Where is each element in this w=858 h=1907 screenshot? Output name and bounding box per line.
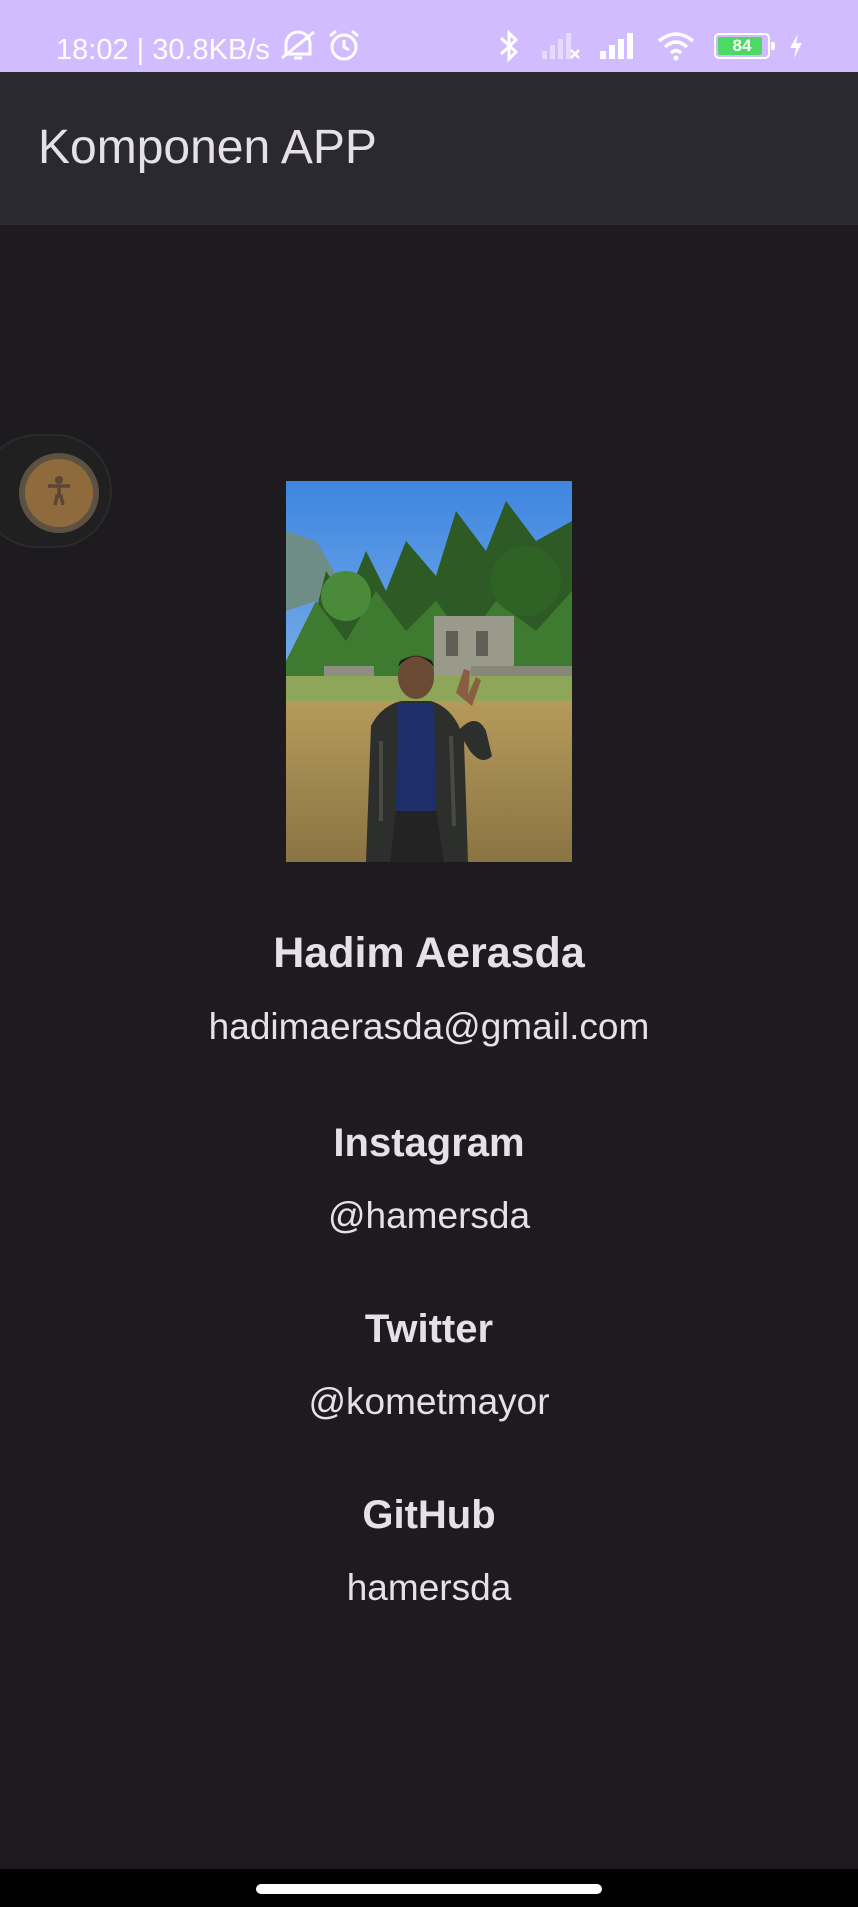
twitter-label: Twitter [364, 1307, 494, 1351]
instagram-handle: @hamersda [327, 1195, 531, 1236]
github-handle: hamersda [346, 1567, 512, 1608]
wifi-icon [656, 31, 696, 61]
app-title: Komponen APP [38, 121, 377, 174]
home-indicator[interactable] [256, 1884, 602, 1894]
battery-icon: 84 [714, 33, 775, 59]
floating-accessibility-button[interactable] [0, 434, 112, 548]
instagram-label: Instagram [333, 1121, 525, 1165]
mute-icon [278, 28, 318, 71]
profile-email: hadimaerasda@gmail.com [208, 1006, 650, 1047]
screen: 18:02 | 30.8KB/s 84 Komponen APP Hadim A… [0, 0, 858, 1907]
accessibility-button[interactable] [19, 453, 99, 533]
accessibility-icon [44, 474, 74, 513]
status-right: 84 [496, 28, 804, 64]
charging-icon [788, 32, 804, 60]
status-bar: 18:02 | 30.8KB/s 84 [0, 0, 858, 72]
bluetooth-icon [496, 29, 522, 63]
twitter-handle: @kometmayor [308, 1381, 550, 1422]
signal-icon [540, 31, 580, 61]
signal-icon [598, 31, 638, 61]
profile-name: Hadim Aerasda [273, 929, 585, 977]
alarm-icon [326, 28, 362, 71]
status-left: 18:02 | 30.8KB/s [56, 28, 362, 71]
status-time-speed: 18:02 | 30.8KB/s [56, 33, 270, 66]
top-app-bar: Komponen APP [0, 72, 858, 225]
battery-level: 84 [732, 36, 752, 55]
profile-photo [286, 481, 572, 862]
github-label: GitHub [362, 1493, 496, 1537]
